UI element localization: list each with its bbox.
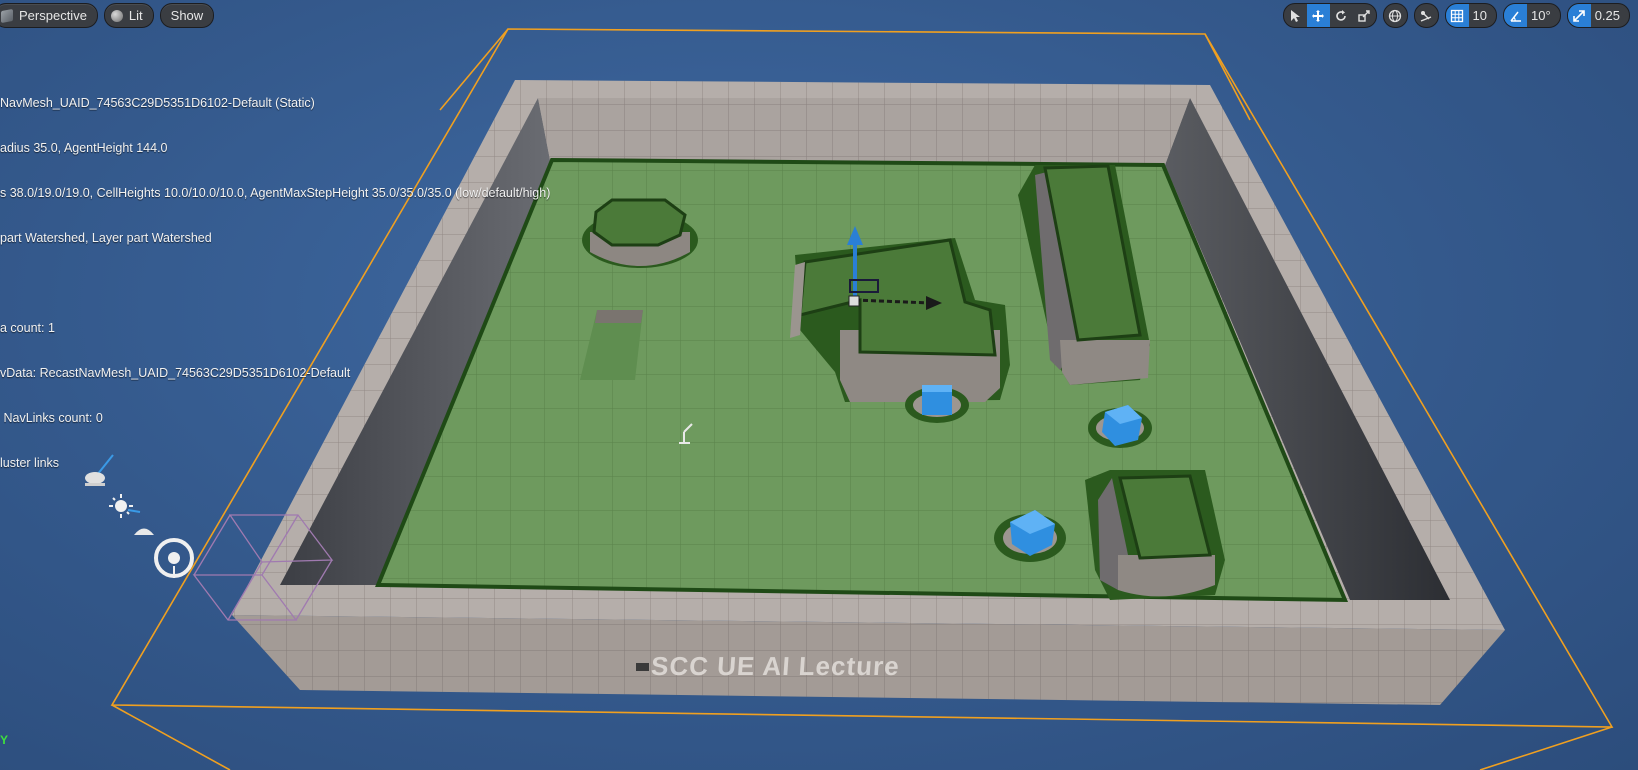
scale-snap-icon: [1573, 9, 1585, 22]
wall-lecture-text: SCC UE AI Lecture: [650, 651, 901, 681]
show-button[interactable]: Show: [159, 3, 215, 28]
grid-snap-toggle[interactable]: [1445, 4, 1469, 27]
stats-line: luster links: [0, 456, 60, 470]
scale-mode-button[interactable]: [1353, 4, 1376, 27]
select-mode-button[interactable]: [1284, 4, 1307, 27]
wall-icon: [636, 663, 649, 671]
viewport-toolbar-left: Perspective Lit Show: [0, 3, 215, 28]
show-label: Show: [170, 8, 204, 23]
rotate-icon: [1336, 9, 1346, 21]
rotate-mode-button[interactable]: [1330, 4, 1353, 27]
transform-mode-group: [1282, 3, 1377, 28]
surface-snap-button[interactable]: [1415, 4, 1438, 27]
stats-line: NavLinks count: 0: [0, 411, 103, 425]
rotation-snap-value[interactable]: 10°: [1527, 8, 1560, 23]
axis-indicator-y: Y: [0, 733, 9, 747]
viewport-toolbar-right: 10 10° 0.25: [1282, 3, 1630, 28]
world-space-button[interactable]: [1384, 4, 1407, 27]
cursor-arrow-icon: [1291, 9, 1301, 22]
surface-snap-icon: [1420, 10, 1432, 22]
grid-snap-group: 10: [1444, 3, 1498, 28]
stats-line: adius 35.0, AgentHeight 144.0: [0, 141, 168, 155]
octagon-pillar[interactable]: [582, 198, 698, 268]
corner-block[interactable]: [1085, 470, 1225, 600]
angle-icon: [1509, 11, 1521, 22]
stats-line: vData: RecastNavMesh_UAID_74563C29D5351D…: [0, 366, 351, 380]
surface-snap-group: [1413, 3, 1439, 28]
coordinate-space-group: [1382, 3, 1408, 28]
navmesh-stats-overlay: NavMesh_UAID_74563C29D5351D6102-Default …: [0, 66, 550, 486]
grid-snap-value[interactable]: 10: [1469, 8, 1496, 23]
stats-line: s 38.0/19.0/19.0, CellHeights 10.0/10.0/…: [0, 186, 551, 200]
rotation-snap-group: 10°: [1503, 3, 1561, 28]
lit-sphere-icon: [110, 9, 123, 22]
lit-button[interactable]: Lit: [103, 3, 154, 28]
stats-line: [0, 276, 550, 291]
perspective-button[interactable]: Perspective: [0, 3, 98, 28]
move-arrows-icon: [1312, 9, 1325, 22]
scale-snap-group: 0.25: [1566, 3, 1630, 28]
scale-snap-value[interactable]: 0.25: [1591, 8, 1629, 23]
translate-mode-button[interactable]: [1306, 4, 1330, 27]
stats-line: a count: 1: [0, 321, 55, 335]
perspective-cube-icon: [1, 8, 13, 23]
stats-line: part Watershed, Layer part Watershed: [0, 231, 212, 245]
grid-icon: [1450, 9, 1464, 22]
globe-icon: [1388, 9, 1402, 22]
scale-snap-toggle[interactable]: [1567, 4, 1591, 27]
scale-icon: [1358, 9, 1370, 22]
perspective-label: Perspective: [19, 8, 87, 23]
rotation-snap-toggle[interactable]: [1504, 4, 1528, 27]
stats-line: NavMesh_UAID_74563C29D5351D6102-Default …: [0, 96, 315, 110]
lit-label: Lit: [128, 8, 143, 23]
